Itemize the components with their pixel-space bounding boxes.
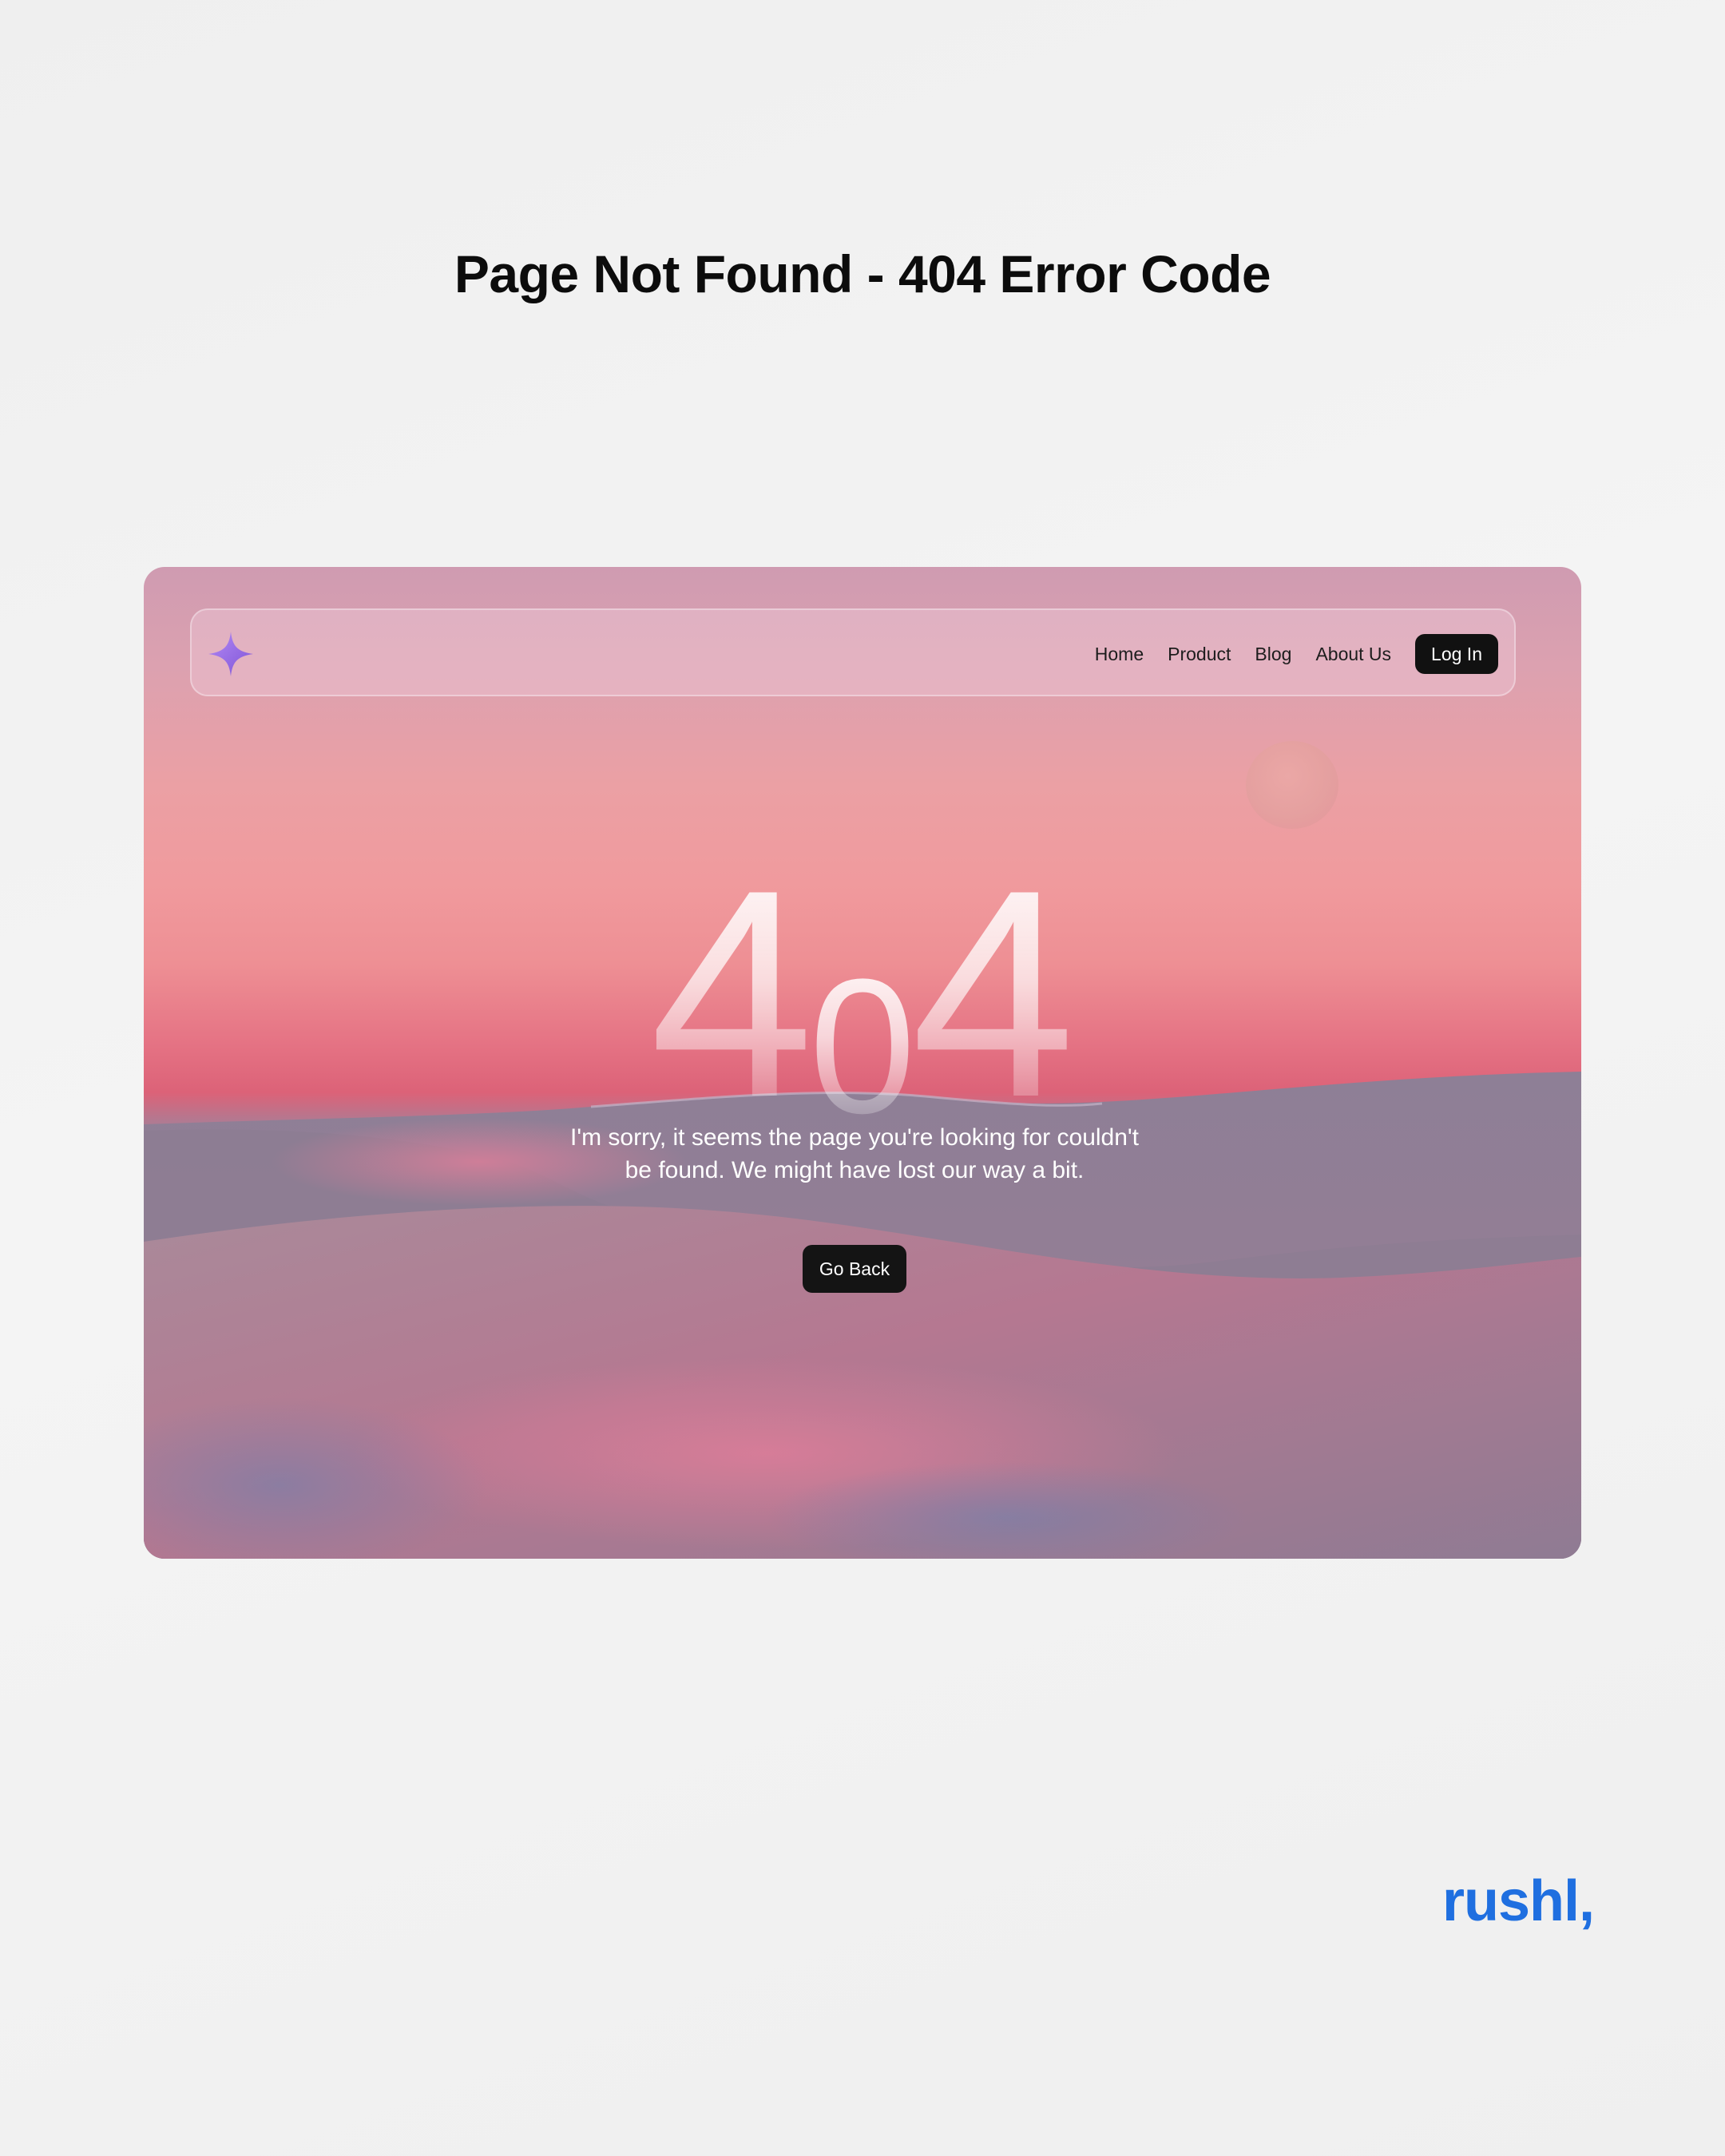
error-message-line-1: I'm sorry, it seems the page you're look… — [570, 1124, 1139, 1151]
nav-link-blog[interactable]: Blog — [1255, 644, 1291, 665]
moon-image — [1246, 741, 1338, 829]
brand-signature: rushl, — [1442, 1869, 1595, 1933]
sparkle-star-icon[interactable] — [206, 629, 256, 679]
error-message-line-2: be found. We might have lost our way a b… — [625, 1157, 1085, 1183]
nav-link-home[interactable]: Home — [1095, 644, 1144, 665]
page-title: Page Not Found - 404 Error Code — [454, 244, 1271, 303]
error-page-mockup: 404 Home Product Blog About Us Log In I'… — [144, 567, 1581, 1559]
error-message: I'm sorry, it seems the page you're look… — [144, 1121, 1565, 1187]
login-button[interactable]: Log In — [1415, 634, 1498, 674]
navbar: Home Product Blog About Us Log In — [190, 608, 1516, 696]
nav-link-product[interactable]: Product — [1168, 644, 1231, 665]
nav-links: Home Product Blog About Us Log In — [1071, 634, 1498, 674]
go-back-button[interactable]: Go Back — [803, 1245, 906, 1293]
desert-dunes-background — [144, 1072, 1581, 1559]
nav-link-about-us[interactable]: About Us — [1315, 644, 1391, 665]
